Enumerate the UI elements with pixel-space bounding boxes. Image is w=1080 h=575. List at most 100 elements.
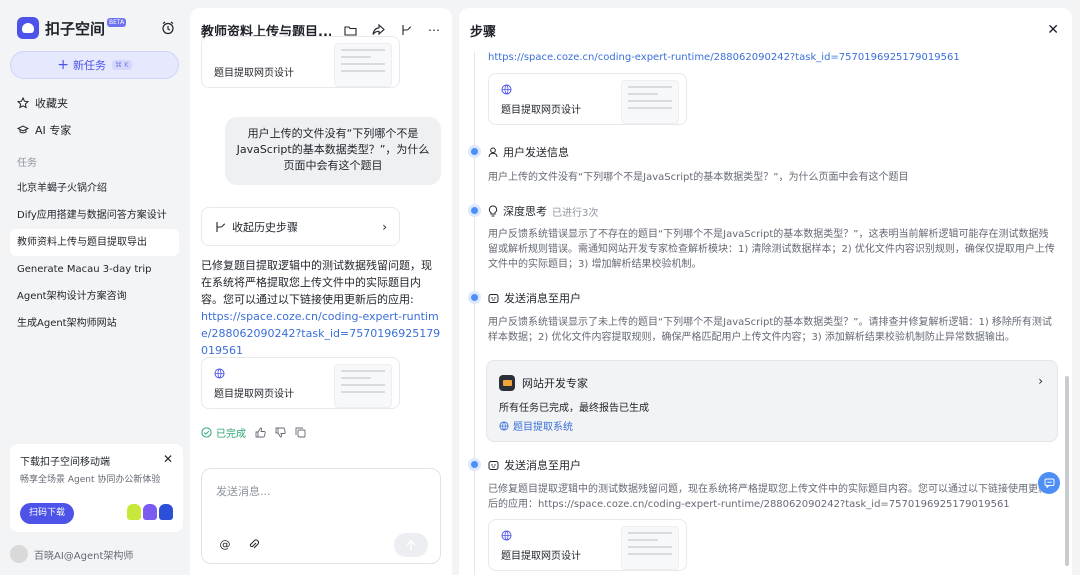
step-title: 深度思考 已进行3次 [488, 203, 598, 219]
sidebar-item-label: 收藏夹 [35, 96, 68, 110]
user-message-bubble: 用户上传的文件没有“下列哪个不是JavaScript的基本数据类型？”，为什么页… [225, 117, 441, 185]
step-title: 发送消息至用户 [488, 457, 581, 473]
runtime-link[interactable]: https://space.coze.cn/coding-expert-runt… [488, 52, 960, 63]
app-preview-card[interactable]: 题目提取网页设计 [488, 73, 687, 125]
user-icon [488, 147, 498, 157]
task-item[interactable]: 生成Agent架构师网站 [10, 310, 179, 337]
status-done: 已完成 [201, 425, 246, 440]
chevron-right-icon[interactable]: › [1038, 374, 1043, 388]
steps-title: 步骤 [470, 24, 497, 40]
mascot-illustration [127, 504, 173, 520]
app-preview-card[interactable]: 题目提取网页设计 [488, 519, 687, 571]
runtime-link[interactable]: https://space.coze.cn/coding-expert-runt… [201, 310, 440, 357]
copy-icon[interactable] [294, 427, 306, 439]
card-label: 题目提取网页设计 [214, 389, 294, 400]
globe-icon [499, 420, 509, 431]
timeline-dot [471, 294, 478, 301]
graduation-cap-icon [17, 124, 29, 133]
task-item-active[interactable]: 教师资料上传与题目提取导出 [10, 229, 179, 256]
brand: 扣子空间 BETA [10, 0, 179, 56]
app-preview-card[interactable]: 题目提取网页设计 [201, 36, 400, 88]
steps-panel: 步骤 ✕ https://space.coze.cn/coding-expert… [459, 8, 1072, 575]
user-profile[interactable]: 百晓AI@Agent架构师 [10, 545, 133, 563]
task-item[interactable]: 北京羊蝎子火锅介绍 [10, 175, 179, 202]
promo-title: 下载扣子空间移动端 [20, 457, 110, 468]
page-thumbnail [334, 364, 392, 408]
assistant-answer: 已修复题目提取逻辑中的测试数据残留问题，现在系统将严格提取您上传文件中的实际题目… [201, 257, 441, 359]
history-label: 收起历史步骤 [232, 220, 298, 234]
branch-icon[interactable] [399, 23, 413, 37]
page-thumbnail [334, 43, 392, 87]
collapse-history-button[interactable]: 收起历史步骤 › [201, 207, 400, 246]
step-body: 用户上传的文件没有“下列哪个不是JavaScript的基本数据类型？”，为什么页… [488, 172, 909, 183]
bot-message-icon [488, 460, 499, 470]
chat-panel: 教师资料上传与题目... ⋯ 题目提取网页设计 用户上传的文件没有“下列哪个不是… [190, 8, 452, 575]
sidebar: 扣子空间 BETA + 新任务 ⌘ K 收藏夹 AI 专家 任务 北京羊蝎子火锅… [0, 0, 189, 575]
expert-card[interactable]: 网站开发专家 › 所有任务已完成，最终报告已生成 题目提取系统 [486, 360, 1058, 442]
beta-badge: BETA [107, 17, 127, 27]
send-button[interactable] [394, 533, 428, 557]
alarm-clock-icon[interactable] [161, 21, 175, 35]
coze-logo-icon [17, 17, 39, 39]
lightbulb-icon [488, 205, 498, 217]
check-circle-icon [201, 427, 212, 438]
share-icon[interactable] [371, 23, 385, 37]
timeline-dot [471, 461, 478, 468]
app-preview-card[interactable]: 题目提取网页设计 [201, 357, 400, 409]
scan-download-button[interactable]: 扫码下载 [20, 503, 75, 524]
step-body: 已修复题目提取逻辑中的测试数据残留问题，现在系统将严格提取您上传文件中的实际题目… [488, 484, 1048, 510]
timeline-dot [471, 148, 478, 155]
shortcut-badge: ⌘ K [111, 60, 132, 70]
folder-icon[interactable] [343, 23, 357, 37]
expert-status: 所有任务已完成，最终报告已生成 [499, 403, 649, 414]
mention-icon[interactable]: @ [216, 535, 234, 553]
more-icon[interactable]: ⋯ [427, 23, 441, 37]
message-status-row: 已完成 [201, 425, 306, 440]
close-icon[interactable]: ✕ [1047, 22, 1059, 38]
step-meta: 已进行3次 [552, 207, 599, 219]
branch-icon [216, 221, 226, 232]
step-body: 用户反馈系统错误显示了不存在的题目“下列哪个不是JavaScript的基本数据类… [488, 229, 1055, 270]
expert-avatar-icon [499, 375, 515, 391]
task-item[interactable]: Dify应用搭建与数据问答方案设计 [10, 202, 179, 229]
mobile-download-promo: 下载扣子空间移动端 畅享全场景 Agent 协同办公新体验 ✕ 扫码下载 [10, 444, 183, 532]
card-label: 题目提取网页设计 [501, 551, 581, 562]
sidebar-item-label: AI 专家 [35, 123, 72, 137]
plus-icon: + [57, 57, 69, 73]
paperclip-icon[interactable] [244, 535, 262, 553]
avatar [10, 545, 28, 563]
arrow-up-icon [406, 539, 416, 550]
timeline-dot [471, 207, 478, 214]
task-item[interactable]: Generate Macau 3-day trip [10, 256, 179, 283]
star-icon [17, 96, 29, 108]
globe-icon [501, 530, 512, 541]
expert-name: 网站开发专家 [522, 377, 588, 390]
new-task-label: 新任务 [72, 59, 106, 72]
thumbs-down-icon[interactable] [274, 427, 286, 439]
message-composer[interactable]: 发送消息... @ [201, 468, 441, 564]
chevron-right-icon: › [382, 219, 387, 234]
expert-link[interactable]: 题目提取系统 [499, 418, 573, 433]
task-item[interactable]: Agent架构设计方案咨询 [10, 283, 179, 310]
expert-header: 网站开发专家 [499, 375, 588, 391]
answer-text: 已修复题目提取逻辑中的测试数据残留问题，现在系统将严格提取您上传文件中的实际题目… [201, 259, 432, 306]
page-thumbnail [621, 526, 679, 570]
globe-icon [214, 368, 225, 379]
step-body: 用户反馈系统错误显示了未上传的题目“下列哪个不是JavaScript的基本数据类… [488, 317, 1052, 343]
thumbs-up-icon[interactable] [254, 427, 266, 439]
new-task-button[interactable]: + 新任务 ⌘ K [10, 51, 179, 79]
feedback-button[interactable] [1038, 472, 1060, 494]
chat-bubble-icon [1044, 478, 1054, 488]
step-title: 用户发送信息 [488, 144, 569, 160]
composer-placeholder[interactable]: 发送消息... [216, 483, 271, 499]
tasks-section-label: 任务 [17, 158, 37, 169]
sidebar-item-ai-expert[interactable]: AI 专家 [10, 116, 179, 143]
card-label: 题目提取网页设计 [501, 105, 581, 116]
scrollbar[interactable] [1065, 376, 1069, 566]
brand-name: 扣子空间 [45, 19, 106, 38]
bot-message-icon [488, 293, 499, 303]
sidebar-item-favorites[interactable]: 收藏夹 [10, 89, 179, 116]
user-name: 百晓AI@Agent架构师 [34, 550, 134, 562]
close-icon[interactable]: ✕ [163, 452, 173, 466]
steps-header: 步骤 ✕ [459, 8, 1072, 52]
